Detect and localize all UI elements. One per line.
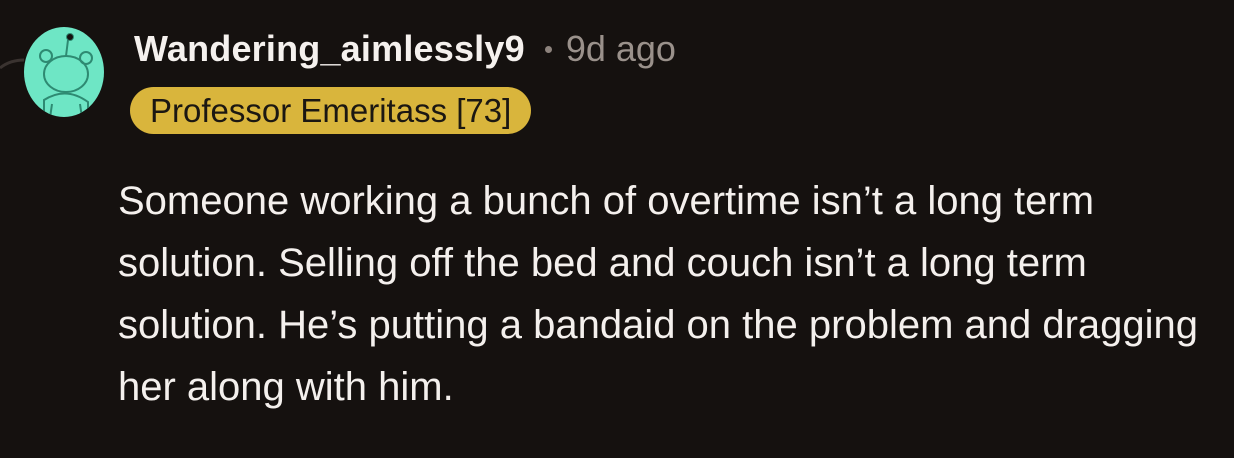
comment-header: Wandering_aimlessly9 9d ago	[134, 28, 676, 70]
separator-dot	[544, 45, 552, 53]
timestamp[interactable]: 9d ago	[566, 28, 676, 70]
snoo-avatar-icon[interactable]	[22, 22, 106, 118]
user-flair-badge: Professor Emeritass [73]	[130, 87, 532, 134]
comment-body: Someone working a bunch of overtime isn’…	[118, 179, 1199, 409]
username-link[interactable]: Wandering_aimlessly9	[134, 28, 525, 70]
